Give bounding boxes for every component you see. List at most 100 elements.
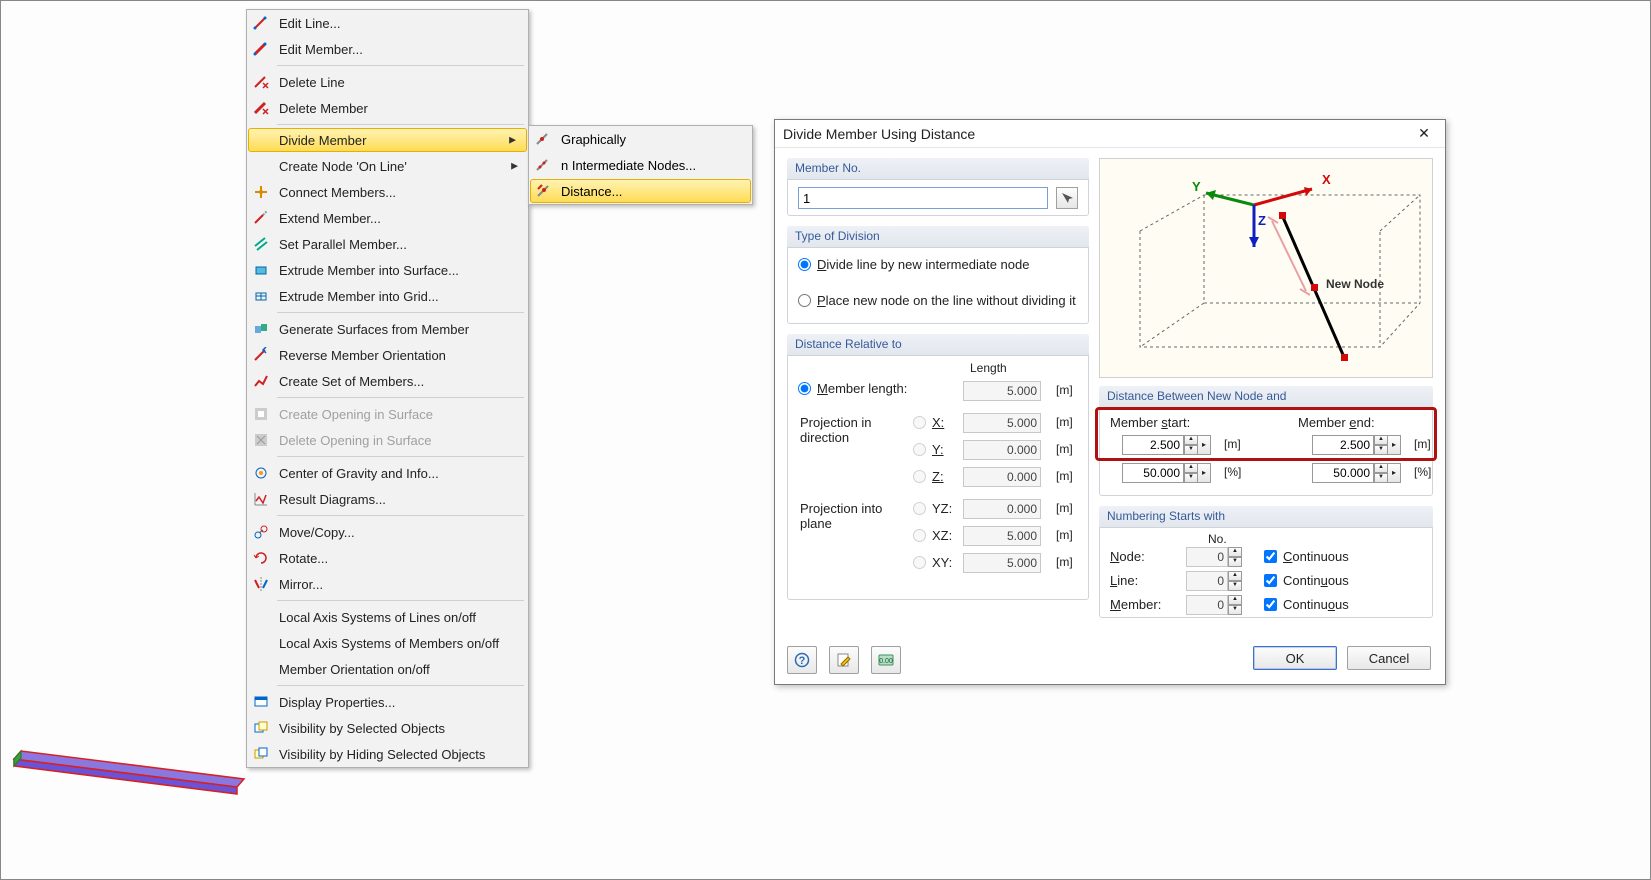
menu-divider (277, 515, 524, 516)
visibility-selected-icon (247, 720, 275, 736)
radio-z[interactable] (913, 470, 926, 483)
member-end-pct-input[interactable] (1312, 463, 1374, 483)
menu-label: Center of Gravity and Info... (275, 466, 520, 481)
submenu-graphically[interactable]: Graphically (529, 126, 752, 152)
menu-display-properties[interactable]: Display Properties... (247, 689, 528, 715)
checkbox-label: Continuous (1283, 573, 1349, 588)
cancel-button[interactable]: Cancel (1347, 646, 1431, 670)
spinner-down[interactable]: ▼ (1228, 557, 1242, 567)
menu-move-copy[interactable]: Move/Copy... (247, 519, 528, 545)
member-no-input2[interactable] (1186, 595, 1228, 615)
units-button[interactable]: 0.00 (871, 646, 901, 674)
menu-extend-member[interactable]: Extend Member... (247, 205, 528, 231)
radio-member-length[interactable] (798, 382, 811, 395)
spinner-down[interactable]: ▼ (1184, 473, 1198, 483)
menu-label: Display Properties... (275, 695, 520, 710)
menu-divider (277, 124, 524, 125)
menu-label: Create Set of Members... (275, 374, 520, 389)
menu-rotate[interactable]: Rotate... (247, 545, 528, 571)
menu-label: Delete Opening in Surface (275, 433, 520, 448)
menu-connect-members[interactable]: Connect Members... (247, 179, 528, 205)
continuous-member-checkbox[interactable] (1264, 598, 1277, 611)
menu-reverse-orientation[interactable]: Reverse Member Orientation (247, 342, 528, 368)
spinner-up[interactable]: ▲ (1228, 547, 1242, 557)
menu-set-parallel-member[interactable]: Set Parallel Member... (247, 231, 528, 257)
move-icon (247, 524, 275, 540)
menu-create-node-on-line[interactable]: Create Node 'On Line' ▶ (247, 153, 528, 179)
menu-result-diagrams[interactable]: Result Diagrams... (247, 486, 528, 512)
edit-button[interactable] (829, 646, 859, 674)
reset-button[interactable]: ▸ (1197, 435, 1211, 455)
line-no-input[interactable] (1186, 571, 1228, 591)
ok-button[interactable]: OK (1253, 646, 1337, 670)
menu-label: Move/Copy... (275, 525, 520, 540)
menu-visibility-hiding[interactable]: Visibility by Hiding Selected Objects (247, 741, 528, 767)
spinner-up[interactable]: ▲ (1184, 435, 1198, 445)
close-button[interactable]: ✕ (1411, 124, 1437, 144)
continuous-node-checkbox[interactable] (1264, 550, 1277, 563)
menu-local-axis-lines[interactable]: Local Axis Systems of Lines on/off (247, 604, 528, 630)
member-no-input[interactable] (798, 187, 1048, 209)
menu-label: Delete Member (275, 101, 520, 116)
menu-edit-member[interactable]: Edit Member... (247, 36, 528, 62)
radio-y[interactable] (913, 443, 926, 456)
reset-button[interactable]: ▸ (1387, 435, 1401, 455)
continuous-line-checkbox[interactable] (1264, 574, 1277, 587)
intermediate-icon (529, 157, 557, 173)
submenu-distance[interactable]: Distance... (530, 179, 751, 203)
menu-extrude-grid[interactable]: Extrude Member into Grid... (247, 283, 528, 309)
spinner-up[interactable]: ▲ (1184, 463, 1198, 473)
spinner-up[interactable]: ▲ (1228, 595, 1242, 605)
menu-divider (277, 312, 524, 313)
member-end-m-input[interactable] (1312, 435, 1374, 455)
spinner-up[interactable]: ▲ (1374, 463, 1388, 473)
radio-xz[interactable] (913, 529, 926, 542)
submenu-arrow-icon: ▶ (511, 161, 518, 172)
menu-label: Divide Member (275, 133, 519, 148)
spinner-up[interactable]: ▲ (1228, 571, 1242, 581)
pick-member-button[interactable] (1056, 187, 1078, 209)
button-label: Cancel (1369, 651, 1409, 666)
menu-visibility-selected[interactable]: Visibility by Selected Objects (247, 715, 528, 741)
radio-x[interactable] (913, 416, 926, 429)
menu-center-gravity[interactable]: Center of Gravity and Info... (247, 460, 528, 486)
submenu-intermediate-nodes[interactable]: n Intermediate Nodes... (529, 152, 752, 178)
unit-m: [m] (1056, 501, 1073, 515)
menu-mirror[interactable]: Mirror... (247, 571, 528, 597)
unit-m: [m] (1414, 437, 1431, 451)
menu-extrude-surface[interactable]: Extrude Member into Surface... (247, 257, 528, 283)
group-title: Numbering Starts with (1099, 506, 1433, 528)
reset-button[interactable]: ▸ (1197, 463, 1211, 483)
parallel-icon (247, 236, 275, 252)
spinner-down[interactable]: ▼ (1228, 581, 1242, 591)
menu-delete-line[interactable]: Delete Line (247, 69, 528, 95)
menu-generate-surfaces[interactable]: Generate Surfaces from Member (247, 316, 528, 342)
radio-yz[interactable] (913, 502, 926, 515)
spinner-down[interactable]: ▼ (1374, 445, 1388, 455)
svg-text:0.00: 0.00 (879, 658, 893, 665)
menu-create-set[interactable]: Create Set of Members... (247, 368, 528, 394)
z-value (963, 467, 1041, 487)
member-start-pct-input[interactable] (1122, 463, 1184, 483)
spinner-down[interactable]: ▼ (1184, 445, 1198, 455)
spinner-down[interactable]: ▼ (1374, 473, 1388, 483)
axis-label: YZ: (932, 501, 952, 516)
radio-divide-line[interactable] (798, 258, 811, 271)
menu-local-axis-members[interactable]: Local Axis Systems of Members on/off (247, 630, 528, 656)
radio-place-node[interactable] (798, 294, 811, 307)
member-length-value (963, 381, 1041, 401)
menu-delete-member[interactable]: Delete Member (247, 95, 528, 121)
help-button[interactable]: ? (787, 646, 817, 674)
button-label: OK (1286, 651, 1305, 666)
spinner-down[interactable]: ▼ (1228, 605, 1242, 615)
radio-xy[interactable] (913, 556, 926, 569)
menu-member-orientation[interactable]: Member Orientation on/off (247, 656, 528, 682)
axis-z-label: Z (1258, 213, 1266, 228)
node-no-input[interactable] (1186, 547, 1228, 567)
member-start-m-input[interactable] (1122, 435, 1184, 455)
reset-button[interactable]: ▸ (1387, 463, 1401, 483)
spinner-up[interactable]: ▲ (1374, 435, 1388, 445)
menu-edit-line[interactable]: Edit Line... (247, 10, 528, 36)
group-member-no: Member No. (787, 158, 1089, 216)
menu-divide-member[interactable]: Divide Member ▶ (248, 128, 527, 152)
